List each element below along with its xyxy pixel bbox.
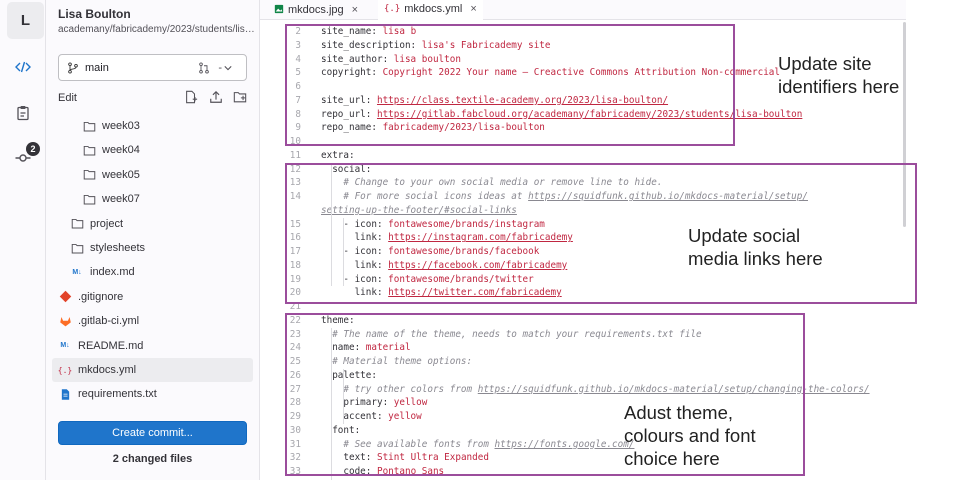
new-file-icon[interactable] xyxy=(184,90,200,106)
site-annotation: Update site identifiers here xyxy=(778,53,900,97)
code-line[interactable]: 11 extra: xyxy=(260,149,900,163)
yaml-icon: {.} xyxy=(57,365,73,375)
markdown-icon: M↓ xyxy=(60,342,70,350)
close-icon[interactable]: × xyxy=(352,4,358,16)
chevron-down-icon xyxy=(224,65,232,70)
file-sidebar: Lisa Boulton academany/fabricademy/2023/… xyxy=(46,0,260,480)
tree-item-label: .gitlab-ci.yml xyxy=(78,315,140,328)
social-annotation: Update social media links here xyxy=(688,225,823,269)
markdown-icon: M↓ xyxy=(72,268,82,276)
tree-item-label: project xyxy=(90,217,124,230)
project-path: academany/fabricademy/2023/students/lisa… xyxy=(58,24,258,35)
tree-item-label: .gitignore xyxy=(78,290,124,303)
tree-item-week07[interactable]: week07 xyxy=(46,187,259,211)
image-icon xyxy=(274,4,284,17)
folder-icon xyxy=(82,168,96,182)
tree-item-readme-md[interactable]: M↓ README.md xyxy=(46,334,259,358)
folder-icon xyxy=(70,217,84,231)
tree-item-stylesheets[interactable]: stylesheets xyxy=(46,236,259,260)
tree-item-gitignore[interactable]: .gitignore xyxy=(46,285,259,309)
tree-item-label: stylesheets xyxy=(90,242,146,254)
tree-item-label: README.md xyxy=(78,339,144,352)
code-token: extra: xyxy=(321,149,355,161)
new-folder-icon[interactable] xyxy=(233,90,249,106)
code-text: extra: xyxy=(321,149,355,163)
project-owner-name: Lisa Boulton xyxy=(58,7,131,21)
tree-item-label: mkdocs.yml xyxy=(78,364,137,376)
tree-item-label: week03 xyxy=(102,120,140,132)
tree-item-label: week04 xyxy=(102,144,140,157)
tab-label: mkdocs.yml xyxy=(404,3,463,15)
branch-selector[interactable]: main - xyxy=(58,54,247,81)
theme-annotation: Adust theme, colours and font choice her… xyxy=(624,402,756,469)
tree-item-gitlab-ci-yml[interactable]: .gitlab-ci.yml xyxy=(46,309,259,333)
merge-request-dropdown[interactable]: - xyxy=(198,62,238,74)
tree-item-mkdocs-yml[interactable]: {.} mkdocs.yml xyxy=(52,358,253,382)
tree-item-label: index.md xyxy=(90,266,135,279)
tab-mkdocs-yml[interactable]: {.} mkdocs.yml × xyxy=(378,0,483,20)
folder-icon xyxy=(82,143,96,157)
dash-separator: - xyxy=(218,61,222,74)
folder-icon xyxy=(70,241,84,255)
changes-count-badge: 2 xyxy=(26,142,40,156)
close-icon[interactable]: × xyxy=(470,3,476,15)
editor-tabs: mkdocs.jpg × {.} mkdocs.yml × xyxy=(260,0,906,20)
tab-mkdocs-jpg[interactable]: mkdocs.jpg × xyxy=(268,0,364,20)
branch-name: main xyxy=(85,61,109,74)
text-file-icon xyxy=(58,387,72,401)
merge-request-icon xyxy=(199,61,210,74)
git-icon xyxy=(58,290,72,304)
folder-icon xyxy=(82,119,96,133)
project-avatar[interactable]: L xyxy=(7,2,44,39)
code-icon[interactable] xyxy=(9,53,37,81)
upload-icon[interactable] xyxy=(209,90,225,106)
tree-item-project[interactable]: project xyxy=(46,212,259,236)
tree-item-label: week05 xyxy=(102,168,140,181)
tree-item-label: requirements.txt xyxy=(78,388,157,401)
site-identifiers-highlight xyxy=(285,24,735,146)
yaml-icon: {.} xyxy=(384,4,401,14)
tree-item-index-md[interactable]: M↓ index.md xyxy=(46,260,259,284)
review-icon[interactable] xyxy=(9,99,37,127)
line-number: 11 xyxy=(289,149,301,161)
changed-files-count: 2 changed files xyxy=(112,453,193,465)
tree-item-week03[interactable]: week03 xyxy=(46,114,259,138)
tree-item-week04[interactable]: week04 xyxy=(46,138,259,162)
create-commit-button[interactable]: Create commit... xyxy=(58,421,247,445)
tree-item-label: week07 xyxy=(102,193,140,206)
tab-label: mkdocs.jpg xyxy=(288,4,344,16)
activity-rail: L 2 xyxy=(0,0,46,480)
tree-item-requirements-txt[interactable]: requirements.txt xyxy=(46,382,259,406)
edit-mode-label: Edit xyxy=(58,92,77,104)
branch-icon xyxy=(68,61,78,74)
tree-item-week05[interactable]: week05 xyxy=(46,163,259,187)
gitlab-icon xyxy=(58,314,72,328)
folder-icon xyxy=(82,192,96,206)
